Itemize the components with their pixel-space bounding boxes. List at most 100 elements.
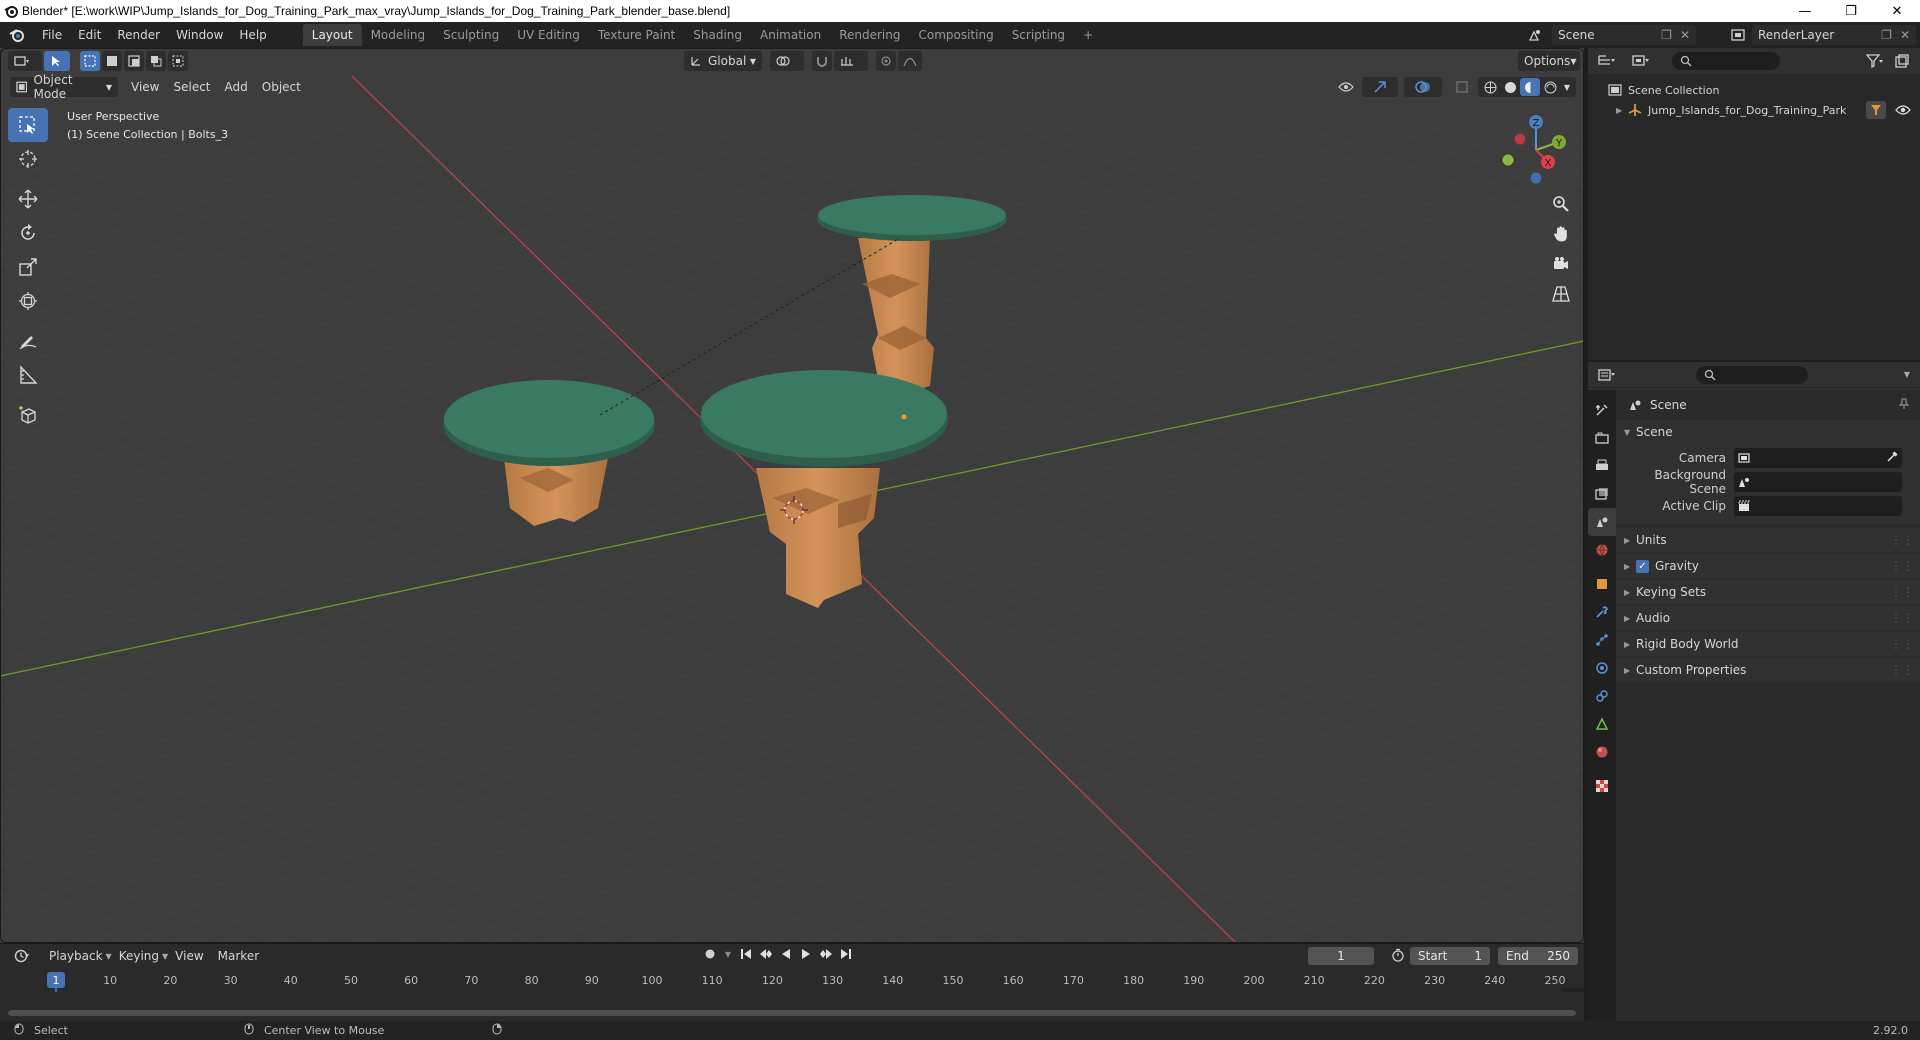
- eyedropper-icon[interactable]: [1886, 450, 1898, 466]
- start-frame-field[interactable]: Start 1: [1410, 947, 1490, 965]
- select-box-tool[interactable]: [8, 108, 48, 142]
- tab-world[interactable]: [1588, 536, 1616, 564]
- transform-orientation-dropdown[interactable]: Global ▼: [684, 51, 762, 71]
- add-cube-tool[interactable]: [8, 398, 48, 432]
- jump-end-button[interactable]: [836, 948, 856, 960]
- snap-toggle[interactable]: [812, 51, 832, 71]
- play-reverse-button[interactable]: [776, 948, 796, 960]
- mode-intersect-icon[interactable]: [168, 51, 188, 71]
- tab-scripting[interactable]: Scripting: [1003, 24, 1074, 46]
- neg-x-axis-icon[interactable]: [1514, 133, 1526, 145]
- rotate-tool[interactable]: [8, 216, 48, 250]
- timeline-editor-type-button[interactable]: [8, 946, 40, 966]
- visibility-toggle[interactable]: [1330, 81, 1362, 93]
- properties-search-input[interactable]: [1696, 365, 1808, 384]
- active-clip-field[interactable]: [1734, 496, 1902, 516]
- 3d-viewport[interactable]: Global ▼ Options ▼ Object Mode ▼ View Se…: [0, 48, 1584, 943]
- maximize-button[interactable]: ❐: [1828, 0, 1874, 22]
- properties-options-chevron-icon[interactable]: ▼: [1904, 370, 1910, 379]
- mode-set-icon[interactable]: [80, 51, 100, 71]
- tab-physics[interactable]: [1588, 654, 1616, 682]
- record-button[interactable]: [700, 948, 720, 960]
- timeline-menu-marker[interactable]: Marker: [211, 949, 266, 963]
- play-button[interactable]: [796, 948, 816, 960]
- shading-options-chevron-icon[interactable]: ▼: [1560, 83, 1574, 92]
- view-layer-selector[interactable]: RenderLayer ❐ ✕: [1752, 25, 1916, 45]
- menu-edit[interactable]: Edit: [70, 24, 109, 46]
- panel-gravity-header[interactable]: ▶ ✓ Gravity ⋮⋮: [1616, 554, 1920, 578]
- mode-difference-icon[interactable]: [146, 51, 166, 71]
- scale-tool[interactable]: [8, 250, 48, 284]
- menu-window[interactable]: Window: [168, 24, 231, 46]
- perspective-toggle-button[interactable]: [1546, 280, 1576, 308]
- timeline-menu-playback[interactable]: Playback: [42, 949, 110, 963]
- cursor-tool[interactable]: [8, 142, 48, 176]
- viewport-menu-view[interactable]: View: [124, 80, 166, 94]
- tab-compositing[interactable]: Compositing: [909, 24, 1002, 46]
- tab-sculpting[interactable]: Sculpting: [434, 24, 508, 46]
- select-mode-tool-button[interactable]: [44, 51, 70, 71]
- scene-icon[interactable]: [1524, 25, 1546, 45]
- neg-z-axis-icon[interactable]: [1530, 172, 1542, 184]
- outliner-editor-type-button[interactable]: [1598, 54, 1632, 68]
- snap-target-dropdown[interactable]: [834, 51, 868, 71]
- proportional-falloff-dropdown[interactable]: [898, 51, 922, 71]
- jump-keyframe-forward-button[interactable]: [816, 948, 836, 960]
- tab-render[interactable]: [1588, 424, 1616, 452]
- menu-file[interactable]: File: [34, 24, 70, 46]
- tab-scene[interactable]: [1588, 508, 1616, 536]
- tab-output[interactable]: [1588, 452, 1616, 480]
- tab-constraints[interactable]: [1588, 682, 1616, 710]
- camera-view-button[interactable]: [1546, 250, 1576, 278]
- new-collection-button[interactable]: [1890, 54, 1914, 68]
- timeline-ruler[interactable]: 1 10 20 30 40 50 60 70 80 90 100 110 120 130 140 150 160…: [0, 970, 1584, 992]
- jump-start-button[interactable]: [736, 948, 756, 960]
- new-scene-icon[interactable]: ❐: [1661, 28, 1672, 42]
- minimize-button[interactable]: —: [1782, 0, 1828, 22]
- expand-triangle-icon[interactable]: ▶: [1616, 106, 1628, 115]
- blender-menu-icon[interactable]: [0, 27, 34, 43]
- tab-object[interactable]: [1588, 570, 1616, 598]
- solid-shading-icon[interactable]: [1500, 81, 1520, 94]
- tab-material[interactable]: [1588, 738, 1616, 766]
- editor-type-button[interactable]: [8, 51, 42, 71]
- end-frame-field[interactable]: End 250: [1498, 947, 1578, 965]
- timeline-menu-view[interactable]: View: [168, 949, 210, 963]
- viewport-scene[interactable]: [0, 48, 1584, 943]
- drag-handle-icon[interactable]: ⋮⋮: [1890, 611, 1914, 625]
- keying-chevron-icon[interactable]: ▼: [720, 950, 736, 959]
- tab-layout[interactable]: Layout: [302, 24, 362, 46]
- tab-shading[interactable]: Shading: [684, 24, 751, 46]
- panel-scene-header[interactable]: ▼ Scene: [1616, 420, 1920, 444]
- rendered-shading-icon[interactable]: [1540, 81, 1560, 94]
- menu-render[interactable]: Render: [109, 24, 168, 46]
- new-view-layer-icon[interactable]: ❐: [1881, 28, 1892, 42]
- annotate-tool[interactable]: [8, 324, 48, 358]
- panel-custom-properties-header[interactable]: ▶ Custom Properties ⋮⋮: [1616, 658, 1920, 682]
- tab-data[interactable]: [1588, 710, 1616, 738]
- proportional-edit-toggle[interactable]: [876, 51, 896, 71]
- outliner-row-scene-collection[interactable]: Scene Collection: [1588, 80, 1920, 100]
- transform-tool[interactable]: [8, 284, 48, 318]
- current-frame-field[interactable]: 1: [1308, 947, 1374, 965]
- jump-keyframe-back-button[interactable]: [756, 948, 776, 960]
- tab-view-layer[interactable]: [1588, 480, 1616, 508]
- mode-extend-icon[interactable]: [102, 51, 122, 71]
- object-modifiers-button[interactable]: [1866, 101, 1886, 119]
- gravity-checkbox[interactable]: ✓: [1636, 559, 1649, 573]
- options-dropdown[interactable]: Options ▼: [1518, 51, 1580, 71]
- overlays-toggle[interactable]: [1404, 77, 1442, 97]
- delete-scene-icon[interactable]: ✕: [1680, 28, 1690, 42]
- tab-particles[interactable]: [1588, 626, 1616, 654]
- gizmo-toggle[interactable]: [1362, 77, 1398, 97]
- drag-handle-icon[interactable]: ⋮⋮: [1890, 585, 1914, 599]
- tab-texture-paint[interactable]: Texture Paint: [589, 24, 684, 46]
- tab-modeling[interactable]: Modeling: [362, 24, 435, 46]
- viewport-menu-add[interactable]: Add: [218, 80, 255, 94]
- camera-field[interactable]: [1734, 448, 1902, 468]
- timeline-menu-keying[interactable]: Keying: [112, 949, 166, 963]
- preview-range-toggle[interactable]: [1388, 948, 1408, 962]
- xray-toggle[interactable]: [1450, 81, 1474, 93]
- delete-view-layer-icon[interactable]: ✕: [1900, 28, 1910, 42]
- pin-icon[interactable]: [1898, 397, 1910, 413]
